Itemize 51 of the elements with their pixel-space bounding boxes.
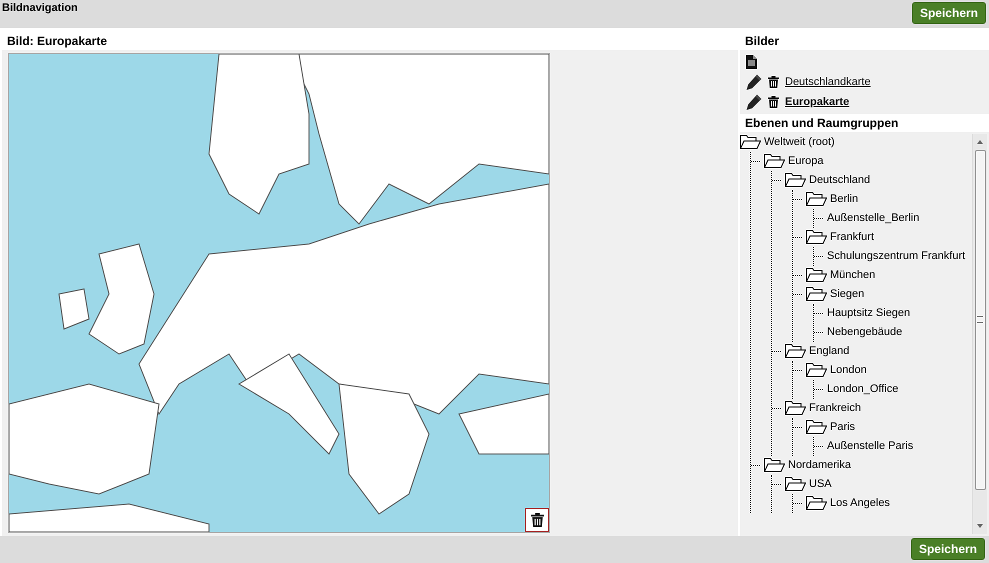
folder-icon bbox=[785, 477, 806, 492]
scroll-down-icon[interactable] bbox=[977, 524, 983, 528]
scrollbar[interactable] bbox=[972, 134, 987, 534]
save-button[interactable]: Speichern bbox=[910, 538, 985, 560]
tree-node-label[interactable]: Siegen bbox=[830, 288, 864, 300]
tree-node-label[interactable]: England bbox=[809, 345, 850, 358]
scrollbar-thumb[interactable] bbox=[974, 150, 986, 490]
folder-icon bbox=[806, 496, 827, 510]
tree-node-label[interactable]: Nordamerika bbox=[788, 459, 851, 472]
folder-icon bbox=[785, 401, 806, 416]
save-button[interactable]: Speichern bbox=[912, 2, 986, 24]
folder-icon bbox=[806, 363, 827, 378]
trash-icon[interactable] bbox=[768, 96, 779, 108]
trash-icon bbox=[530, 512, 544, 527]
tree-node-label[interactable]: Paris bbox=[830, 421, 856, 434]
tree-node-label[interactable]: Deutschland bbox=[809, 174, 870, 186]
new-document-icon[interactable] bbox=[746, 54, 757, 69]
folder-icon bbox=[806, 287, 827, 302]
delete-button[interactable] bbox=[525, 508, 549, 532]
folder-icon bbox=[785, 344, 806, 358]
tree-leaf-label[interactable]: Außenstelle_Berlin bbox=[827, 212, 920, 224]
folder-icon bbox=[764, 154, 785, 168]
page-title: Bildnavigation bbox=[2, 2, 78, 14]
tree-leaf-label[interactable]: Schulungszentrum Frankfurt bbox=[827, 250, 966, 262]
folder-icon bbox=[785, 173, 806, 188]
image-link[interactable]: Deutschlandkarte bbox=[785, 76, 871, 88]
tree-leaf-label[interactable]: London_Office bbox=[827, 383, 898, 396]
tree-node-label[interactable]: London bbox=[830, 364, 867, 376]
folder-icon bbox=[806, 420, 827, 434]
tree-leaf-label[interactable]: Nebengebäude bbox=[827, 326, 902, 338]
tree-node-label[interactable]: Europa bbox=[788, 155, 824, 168]
trash-icon[interactable] bbox=[768, 76, 779, 88]
folder-icon bbox=[806, 230, 827, 244]
folder-icon bbox=[806, 268, 827, 282]
tree-node-label[interactable]: München bbox=[830, 269, 876, 282]
tree-node-label[interactable]: Berlin bbox=[830, 193, 858, 206]
image-link[interactable]: Europakarte bbox=[785, 96, 850, 108]
tree-title: Ebenen und Raumgruppen bbox=[740, 114, 989, 132]
pencil-icon[interactable] bbox=[746, 74, 762, 90]
scroll-up-icon[interactable] bbox=[977, 140, 983, 144]
tree-node-label[interactable]: Weltweit (root) bbox=[764, 136, 835, 148]
tree-node-label[interactable]: Los Angeles bbox=[830, 497, 890, 510]
folder-icon bbox=[806, 192, 827, 206]
tree-node-label[interactable]: Frankreich bbox=[809, 402, 861, 414]
tree-node-label[interactable]: Frankfurt bbox=[830, 231, 874, 244]
pencil-icon[interactable] bbox=[746, 94, 762, 110]
tree-leaf-label[interactable]: Außenstelle Paris bbox=[827, 440, 914, 452]
tree-node-label[interactable]: USA bbox=[809, 478, 832, 490]
folder-icon bbox=[764, 458, 785, 472]
folder-icon bbox=[740, 135, 761, 150]
tree-leaf-label[interactable]: Hauptsitz Siegen bbox=[827, 307, 910, 320]
